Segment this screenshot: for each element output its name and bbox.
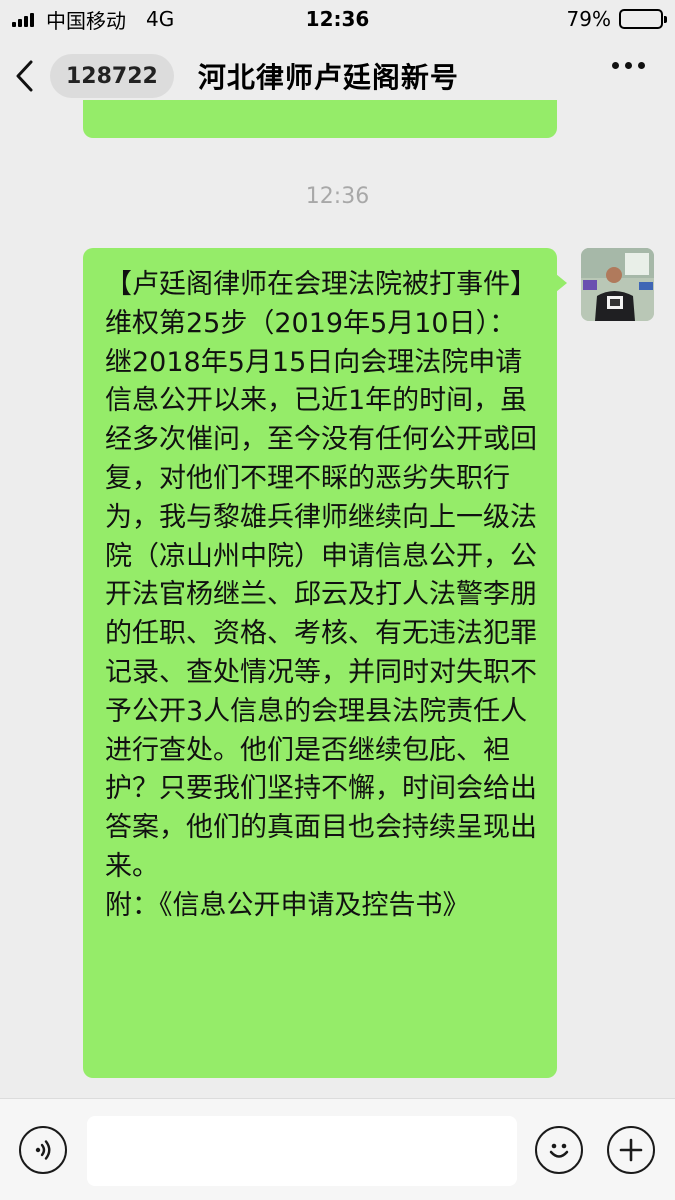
more-dot <box>638 62 645 69</box>
battery-percent: 79% <box>566 7 611 31</box>
chat-screen: 中国移动 4G 12:36 79% 128722 河北律师卢廷阁新号 12:36… <box>0 0 675 1200</box>
more-dots-icon <box>612 62 619 69</box>
status-left: 中国移动 4G <box>12 5 174 34</box>
chevron-left-icon <box>16 60 33 92</box>
message-text: 【卢廷阁律师在会理法院被打事件】维权第25步（2019年5月10日）： 继201… <box>105 269 537 921</box>
voice-button[interactable] <box>19 1126 67 1174</box>
avatar[interactable] <box>581 248 654 321</box>
message-bubble[interactable]: 【卢廷阁律师在会理法院被打事件】维权第25步（2019年5月10日）： 继201… <box>83 248 567 1078</box>
plus-icon <box>619 1138 643 1162</box>
emoji-button[interactable] <box>535 1126 583 1174</box>
message-timestamp: 12:36 <box>305 184 370 209</box>
status-bar: 中国移动 4G 12:36 79% <box>0 0 675 38</box>
carrier-name: 中国移动 <box>46 8 126 33</box>
previous-message-bubble[interactable] <box>83 100 557 138</box>
avatar-image <box>581 248 654 321</box>
more-dot <box>625 62 632 69</box>
unread-count-badge[interactable]: 128722 <box>50 54 174 98</box>
status-right: 79% <box>566 7 667 31</box>
plus-button[interactable] <box>607 1126 655 1174</box>
input-bar <box>0 1098 675 1200</box>
more-button[interactable] <box>612 62 645 69</box>
emoji-icon <box>549 1143 569 1158</box>
signal-icon <box>12 11 34 27</box>
message-input[interactable] <box>87 1116 517 1186</box>
voice-icon <box>35 1140 51 1160</box>
back-button[interactable] <box>0 38 50 114</box>
battery-icon <box>619 9 667 29</box>
chat-title: 河北律师卢廷阁新号 <box>197 61 459 94</box>
network-type: 4G <box>146 7 175 31</box>
